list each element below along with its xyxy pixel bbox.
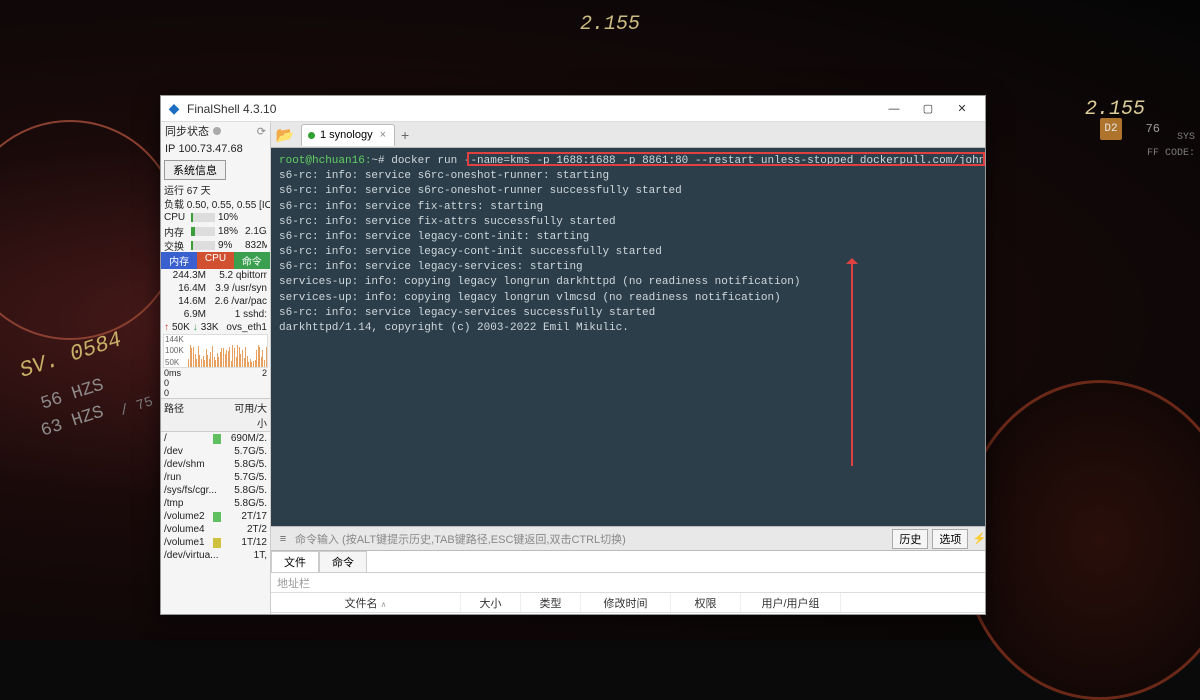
terminal-line: s6-rc: info: service fix-attrs: starting	[279, 200, 985, 215]
swap-usage: 交换 9% 832M/8.	[161, 238, 270, 252]
col-size[interactable]: 大小	[461, 593, 521, 612]
terminal-line: darkhttpd/1.14, copyright (c) 2003-2022 …	[279, 321, 985, 336]
new-tab-button[interactable]: +	[395, 127, 415, 143]
col-filename[interactable]: 文件名∧	[271, 593, 461, 612]
bg-hud-badge: D2	[1100, 118, 1122, 140]
bg-circle	[960, 380, 1200, 700]
terminal-line: s6-rc: info: service legacy-services suc…	[279, 306, 985, 321]
proc-row: 6.9M1 sshd:	[161, 308, 270, 321]
terminal-line: s6-rc: info: service fix-attrs successfu…	[279, 215, 985, 230]
cmd-tab[interactable]: 命令	[319, 551, 367, 572]
tab-label: 1 synology	[320, 129, 373, 141]
col-perm[interactable]: 权限	[671, 593, 741, 612]
col-mtime[interactable]: 修改时间	[581, 593, 671, 612]
status-dot-icon	[213, 127, 221, 135]
app-icon: ◆	[167, 102, 181, 116]
sidebar: 同步状态 ⟳ IP 100.73.47.68 系统信息 运行 67 天 负载 0…	[161, 122, 271, 614]
uptime-label: 运行 67 天	[161, 182, 270, 196]
terminal-line: s6-rc: info: service legacy-cont-init: s…	[279, 230, 985, 245]
load-label: 负载 0.50, 0.55, 0.55 [IO: 0	[161, 196, 270, 210]
path-row: /sys/fs/cgr...5.8G/5.	[161, 484, 270, 497]
terminal-line: s6-rc: info: service legacy-cont-init su…	[279, 245, 985, 260]
titlebar[interactable]: ◆ FinalShell 4.3.10 — ▢ ✕	[161, 96, 985, 122]
main-area: 📂 1 synology × + ▦ ≡ ⛶ root@hchuan16:~# …	[271, 122, 985, 614]
path-row: /volume42T/2	[161, 523, 270, 536]
bg-hud-text: 2.155	[580, 13, 640, 36]
path-row: /dev/shm5.8G/5.	[161, 458, 270, 471]
path-row: /tmp5.8G/5.	[161, 497, 270, 510]
bolt-icon[interactable]: ⚡	[972, 532, 985, 545]
command-input[interactable]: 命令输入 (按ALT键提示历史,TAB键路径,ESC键返回,双击CTRL切换)	[295, 531, 888, 547]
net-stats: ↑50K ↓33K ovs_eth1	[161, 321, 270, 334]
path-row: /volume22T/17	[161, 510, 270, 523]
bg-hud-text: / 75	[118, 394, 155, 420]
window-title: FinalShell 4.3.10	[187, 102, 877, 116]
path-row: /dev/virtua...1T,	[161, 549, 270, 562]
close-button[interactable]: ✕	[945, 96, 979, 122]
sync-status: 同步状态 ⟳	[161, 122, 270, 140]
prompt-icon: ≡	[275, 533, 291, 545]
maximize-button[interactable]: ▢	[911, 96, 945, 122]
proc-row: 14.6M2.6 /var/pac	[161, 295, 270, 308]
path-header: 路径 可用/大小	[161, 398, 270, 432]
highlight-annotation	[467, 152, 985, 166]
path-row: /run5.7G/5.	[161, 471, 270, 484]
net-chart: 144K 100K 50K	[163, 334, 268, 368]
cpu-usage: CPU 10%	[161, 210, 270, 224]
terminal-line: s6-rc: info: service legacy-services: st…	[279, 260, 985, 275]
tabbar: 📂 1 synology × + ▦ ≡ ⛶	[271, 122, 985, 148]
terminal[interactable]: root@hchuan16:~# docker run --name=kms -…	[271, 148, 985, 526]
finalshell-window: ◆ FinalShell 4.3.10 — ▢ ✕ 同步状态 ⟳ IP 100.…	[160, 95, 986, 615]
bg-hud-text: SYS	[1177, 132, 1195, 143]
address-input[interactable]: 地址栏	[271, 575, 985, 591]
tab-close-icon[interactable]: ×	[378, 129, 388, 141]
minimize-button[interactable]: —	[877, 96, 911, 122]
file-tab[interactable]: 文件	[271, 551, 319, 572]
mem-usage: 内存 18% 2.1G/11.	[161, 224, 270, 238]
col-type[interactable]: 类型	[521, 593, 581, 612]
col-owner[interactable]: 用户/用户组	[741, 593, 841, 612]
options-button[interactable]: 选项	[932, 529, 968, 549]
path-row: /dev5.7G/5.	[161, 445, 270, 458]
terminal-line: s6-rc: info: service s6rc-oneshot-runner…	[279, 184, 985, 199]
status-dot-icon	[308, 132, 315, 139]
arrow-annotation	[851, 260, 853, 466]
path-row: /volume11T/12	[161, 536, 270, 549]
terminal-line: services-up: info: copying legacy longru…	[279, 291, 985, 306]
bg-hud-text: FF CODE:	[1147, 148, 1195, 159]
session-tab[interactable]: 1 synology ×	[301, 124, 395, 146]
file-panel: 文件 命令 地址栏 历史 ⟳ ⤴ ⤵ 文件名∧ 大小 类型 修改时间 权限 用户…	[271, 550, 985, 614]
ip-row: IP 100.73.47.68	[161, 140, 270, 158]
folder-icon[interactable]: 📂	[275, 125, 295, 145]
bg-circle	[0, 120, 180, 340]
proc-header: 内存 CPU 命令	[161, 252, 270, 269]
proc-row: 244.3M5.2 qbittorr	[161, 269, 270, 282]
sysinfo-button[interactable]: 系统信息	[164, 160, 226, 180]
terminal-line: services-up: info: copying legacy longru…	[279, 275, 985, 290]
bg-hud-text: 76	[1146, 122, 1160, 136]
proc-row: 16.4M3.9 /usr/syn	[161, 282, 270, 295]
history-button[interactable]: 历史	[892, 529, 928, 549]
latency-row: 0ms2	[161, 368, 270, 378]
file-columns: 文件名∧ 大小 类型 修改时间 权限 用户/用户组	[271, 593, 985, 613]
command-bar: ≡ 命令输入 (按ALT键提示历史,TAB键路径,ESC键返回,双击CTRL切换…	[271, 526, 985, 550]
terminal-line: s6-rc: info: service s6rc-oneshot-runner…	[279, 169, 985, 184]
path-row: /690M/2.	[161, 432, 270, 445]
